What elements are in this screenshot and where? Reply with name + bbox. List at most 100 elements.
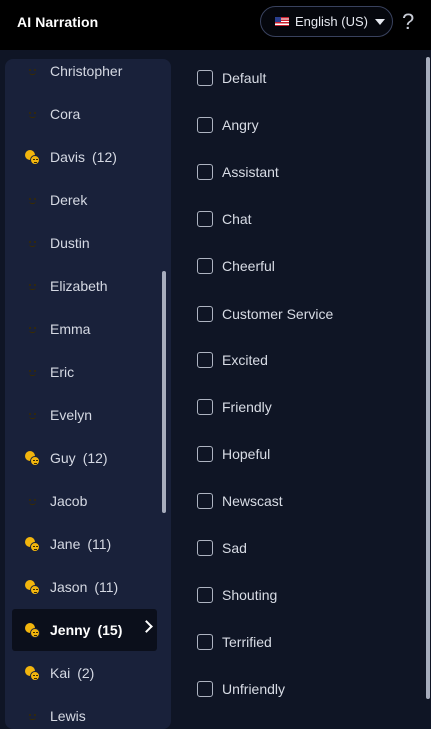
style-option[interactable]: Excited bbox=[197, 348, 268, 372]
voice-item[interactable]: Eric bbox=[12, 351, 157, 393]
style-checkbox[interactable] bbox=[197, 211, 213, 227]
voice-style-count: (12) bbox=[82, 450, 108, 466]
voice-name: Elizabeth bbox=[50, 278, 108, 294]
voice-name: Jacob bbox=[50, 493, 88, 509]
smiley-icon bbox=[26, 710, 39, 723]
style-checkbox[interactable] bbox=[197, 164, 213, 180]
us-flag-icon bbox=[275, 17, 289, 26]
two-faces-icon bbox=[25, 450, 40, 466]
style-list: Default Angry Assistant Chat Cheerful Custome… bbox=[190, 55, 420, 729]
style-option[interactable]: Sad bbox=[197, 536, 247, 560]
voice-item[interactable]: Davis (12) bbox=[12, 136, 157, 178]
smiley-icon bbox=[26, 65, 39, 78]
voice-list-scrollbar[interactable] bbox=[162, 271, 166, 513]
style-option[interactable]: Customer Service bbox=[197, 302, 333, 326]
style-label: Assistant bbox=[222, 164, 279, 180]
style-option[interactable]: Hopeful bbox=[197, 442, 270, 466]
two-faces-icon bbox=[25, 665, 40, 681]
voice-style-count: (12) bbox=[92, 149, 117, 165]
style-checkbox[interactable] bbox=[197, 399, 213, 415]
voice-name: Kai bbox=[50, 665, 71, 681]
style-label: Shouting bbox=[222, 587, 278, 603]
style-option[interactable]: Chat bbox=[197, 207, 252, 231]
style-option[interactable]: Cheerful bbox=[197, 254, 275, 278]
voice-item[interactable]: Jane (11) bbox=[12, 523, 157, 565]
language-selector[interactable]: English (US) bbox=[260, 6, 393, 37]
style-checkbox[interactable] bbox=[197, 352, 213, 368]
smiley-icon bbox=[26, 108, 39, 121]
voice-style-count: (2) bbox=[77, 665, 95, 681]
style-option[interactable]: Newscast bbox=[197, 489, 283, 513]
style-checkbox[interactable] bbox=[197, 70, 213, 86]
voice-item[interactable]: Derek bbox=[12, 179, 157, 221]
voice-item[interactable]: Cora bbox=[12, 93, 157, 135]
style-label: Sad bbox=[222, 540, 247, 556]
voice-name: Emma bbox=[50, 321, 91, 337]
two-faces-icon bbox=[25, 536, 40, 552]
voice-name: Christopher bbox=[50, 63, 123, 79]
style-label: Customer Service bbox=[222, 306, 334, 322]
style-option[interactable]: Shouting bbox=[197, 583, 277, 607]
style-list-scrollbar[interactable] bbox=[426, 57, 430, 699]
style-option[interactable]: Friendly bbox=[197, 395, 272, 419]
two-faces-icon bbox=[25, 579, 40, 595]
voice-item[interactable]: Jenny (15) bbox=[12, 609, 157, 651]
voice-item[interactable]: Kai (2) bbox=[12, 652, 157, 694]
style-checkbox[interactable] bbox=[197, 117, 213, 133]
chevron-right-icon bbox=[140, 620, 153, 633]
style-checkbox[interactable] bbox=[197, 306, 213, 322]
style-option[interactable]: Terrified bbox=[197, 630, 272, 654]
style-label: Angry bbox=[222, 117, 259, 133]
style-option[interactable]: Default bbox=[197, 66, 266, 90]
style-label: Terrified bbox=[222, 634, 272, 650]
two-faces-icon bbox=[25, 149, 40, 165]
voice-name: Dustin bbox=[50, 235, 90, 251]
voice-style-count: (11) bbox=[94, 579, 119, 595]
smiley-icon bbox=[26, 323, 39, 336]
style-checkbox[interactable] bbox=[197, 446, 213, 462]
voice-item[interactable]: Jason (11) bbox=[12, 566, 157, 608]
voice-style-count: (15) bbox=[97, 622, 123, 638]
voice-item[interactable]: Emma bbox=[12, 308, 157, 350]
voice-name: Jenny bbox=[50, 622, 91, 638]
style-checkbox[interactable] bbox=[197, 540, 213, 556]
smiley-icon bbox=[26, 409, 39, 422]
style-label: Unfriendly bbox=[222, 681, 286, 697]
help-button[interactable]: ? bbox=[402, 9, 414, 35]
smiley-icon bbox=[26, 194, 39, 207]
voice-style-count: (11) bbox=[87, 536, 112, 552]
style-label: Excited bbox=[222, 352, 268, 368]
app-title: AI Narration bbox=[17, 14, 99, 30]
voice-name: Cora bbox=[50, 106, 81, 122]
style-checkbox[interactable] bbox=[197, 493, 213, 509]
style-option[interactable]: Unfriendly bbox=[197, 677, 285, 701]
voice-item[interactable]: Elizabeth bbox=[12, 265, 157, 307]
voice-name: Jane bbox=[50, 536, 81, 552]
style-label: Chat bbox=[222, 211, 252, 227]
style-label: Default bbox=[222, 70, 267, 86]
voice-item[interactable]: Dustin bbox=[12, 222, 157, 264]
voice-name: Evelyn bbox=[50, 407, 93, 423]
voice-item[interactable]: Christopher bbox=[12, 59, 157, 92]
caret-down-icon bbox=[374, 18, 385, 25]
voice-name: Guy bbox=[50, 450, 76, 466]
voice-name: Eric bbox=[50, 364, 75, 380]
voice-list: Christopher Cora Davis (12) Derek Dustin Eliza… bbox=[5, 59, 171, 729]
style-label: Friendly bbox=[222, 399, 272, 415]
voice-name: Derek bbox=[50, 192, 88, 208]
smiley-icon bbox=[26, 237, 39, 250]
style-option[interactable]: Angry bbox=[197, 113, 259, 137]
language-label: English (US) bbox=[295, 14, 368, 29]
style-label: Hopeful bbox=[222, 446, 271, 462]
style-label: Cheerful bbox=[222, 258, 275, 274]
voice-item[interactable]: Guy (12) bbox=[12, 437, 157, 479]
style-checkbox[interactable] bbox=[197, 587, 213, 603]
voice-item[interactable]: Lewis bbox=[12, 695, 157, 729]
style-checkbox[interactable] bbox=[197, 634, 213, 650]
style-checkbox[interactable] bbox=[197, 258, 213, 274]
style-option[interactable]: Assistant bbox=[197, 160, 279, 184]
voice-item[interactable]: Evelyn bbox=[12, 394, 157, 436]
voice-name: Davis bbox=[50, 149, 86, 165]
voice-item[interactable]: Jacob bbox=[12, 480, 157, 522]
style-checkbox[interactable] bbox=[197, 681, 213, 697]
